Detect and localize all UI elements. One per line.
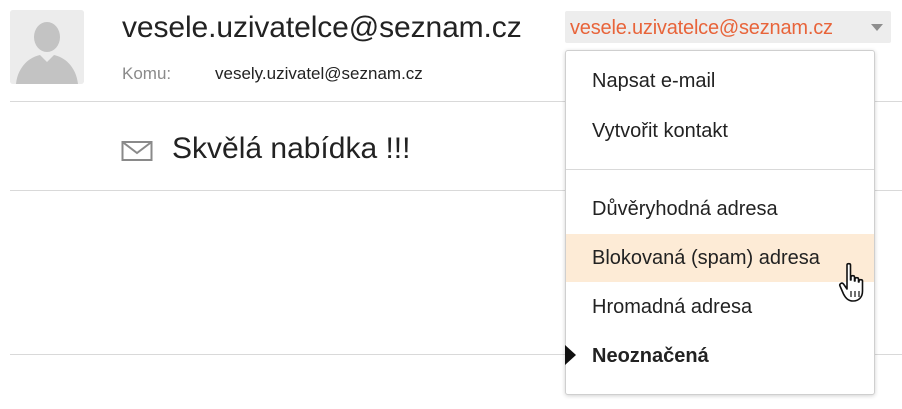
menu-item-label: Vytvořit kontakt: [592, 120, 728, 142]
sender-name: vesele.uzivatelce@seznam.cz: [122, 11, 522, 44]
dropdown-address: vesele.uzivatelce@seznam.cz: [570, 17, 833, 39]
sender-avatar[interactable]: [10, 10, 84, 84]
menu-item-label: Důvěryhodná adresa: [592, 198, 778, 220]
menu-item-label: Hromadná adresa: [592, 296, 753, 318]
menu-item-unmarked[interactable]: Neoznačená: [565, 332, 874, 380]
avatar-placeholder-icon: [10, 10, 84, 84]
address-context-menu: Napsat e-mail Vytvořit kontakt Důvěryhod…: [565, 50, 875, 395]
menu-separator: [566, 169, 874, 170]
menu-item-blocked-spam-address[interactable]: Blokovaná (spam) adresa: [566, 234, 874, 282]
to-label: Komu:: [122, 64, 172, 83]
caret-down-icon: [871, 24, 883, 31]
email-view: vesele.uzivatelce@seznam.cz Komu: vesely…: [0, 0, 902, 409]
menu-item-label: Blokovaná (spam) adresa: [592, 247, 820, 269]
menu-item-write-email[interactable]: Napsat e-mail: [566, 57, 874, 105]
hand-pointer-icon: [839, 262, 864, 302]
envelope-icon: [121, 141, 153, 161]
menu-item-label: Napsat e-mail: [592, 70, 716, 92]
sender-address-dropdown[interactable]: vesele.uzivatelce@seznam.cz: [565, 11, 891, 43]
menu-item-label: Neoznačená: [592, 345, 709, 367]
menu-item-trusted-address[interactable]: Důvěryhodná adresa: [566, 185, 874, 233]
menu-item-bulk-address[interactable]: Hromadná adresa: [566, 283, 874, 331]
selected-marker-icon: [565, 345, 576, 365]
menu-item-create-contact[interactable]: Vytvořit kontakt: [566, 107, 874, 155]
recipient-address[interactable]: vesely.uzivatel@seznam.cz: [215, 64, 423, 84]
email-subject: Skvělá nabídka !!!: [172, 132, 411, 165]
